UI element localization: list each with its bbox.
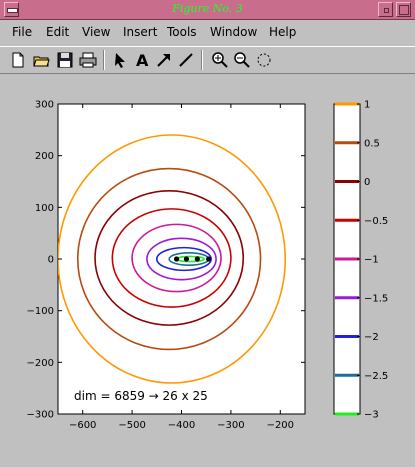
- data-point: [206, 256, 212, 262]
- menu-edit[interactable]: Edit: [46, 25, 69, 39]
- colorbar-tick-label: −2: [364, 332, 379, 343]
- zoom-out-icon[interactable]: [232, 50, 252, 70]
- insert-arrow-icon[interactable]: [154, 50, 174, 70]
- data-point: [173, 256, 180, 262]
- zoom-in-icon[interactable]: [210, 50, 230, 70]
- window-titlebar: Figure No. 3: [0, 0, 415, 20]
- y-tick-label: 0: [48, 255, 54, 266]
- minimize-button[interactable]: [378, 2, 393, 17]
- figure-canvas: −600 −500 −400 −300 −200 300 200 100 0 −100 −200 −3…: [0, 76, 415, 463]
- x-tick-label: −200: [267, 420, 294, 431]
- data-point: [194, 256, 200, 262]
- x-tick-label: −300: [217, 420, 244, 431]
- y-tick-label: 200: [35, 151, 54, 162]
- rotate-icon[interactable]: [254, 50, 274, 70]
- menu-help[interactable]: Help: [269, 25, 296, 39]
- window-title: Figure No. 3: [172, 2, 243, 15]
- y-tick-label: −100: [27, 306, 54, 317]
- data-point: [183, 256, 190, 262]
- dimension-annotation: dim = 6859 → 26 x 25: [74, 389, 208, 403]
- menu-view[interactable]: View: [82, 25, 110, 39]
- svg-text:A: A: [136, 51, 149, 70]
- menu-file[interactable]: File: [12, 25, 32, 39]
- y-tick-label: 100: [35, 203, 54, 214]
- toolbar-separator: [201, 50, 203, 70]
- print-icon[interactable]: [78, 50, 98, 70]
- y-tick-label: 300: [35, 100, 54, 111]
- colorbar-tick-label: −2.5: [364, 371, 388, 382]
- menubar: File Edit View Insert Tools Window Help: [0, 21, 415, 45]
- insert-text-icon[interactable]: A: [132, 50, 152, 70]
- colorbar-tick-label: 1: [364, 100, 370, 111]
- save-icon[interactable]: [55, 50, 75, 70]
- menu-tools[interactable]: Tools: [167, 25, 197, 39]
- new-file-icon[interactable]: [8, 50, 28, 70]
- colorbar-tick-label: −1.5: [364, 293, 388, 304]
- colorbar-tick-label: 0.5: [364, 138, 380, 149]
- y-tick-label: −200: [27, 358, 54, 369]
- figure-toolbar: A: [0, 46, 415, 74]
- x-tick-label: −400: [168, 420, 195, 431]
- x-tick-label: −500: [118, 420, 145, 431]
- select-arrow-icon[interactable]: [110, 50, 130, 70]
- open-folder-icon[interactable]: [32, 50, 52, 70]
- colorbar-tick-label: −3: [364, 410, 379, 421]
- colorbar-tick-label: 0: [364, 177, 370, 188]
- maximize-button[interactable]: [396, 2, 411, 17]
- y-tick-label: −300: [27, 410, 54, 421]
- contour-plot: −600 −500 −400 −300 −200 300 200 100 0 −100 −200 −3…: [27, 100, 389, 432]
- insert-line-icon[interactable]: [176, 50, 196, 70]
- minimize-icon: [384, 8, 389, 13]
- colorbar-tick-label: −1: [364, 255, 379, 266]
- colorbar-tick-label: −0.5: [364, 216, 388, 227]
- menu-window[interactable]: Window: [210, 25, 257, 39]
- toolbar-separator: [103, 50, 105, 70]
- menu-insert[interactable]: Insert: [123, 25, 157, 39]
- maximize-icon: [399, 5, 409, 15]
- x-tick-label: −600: [69, 420, 96, 431]
